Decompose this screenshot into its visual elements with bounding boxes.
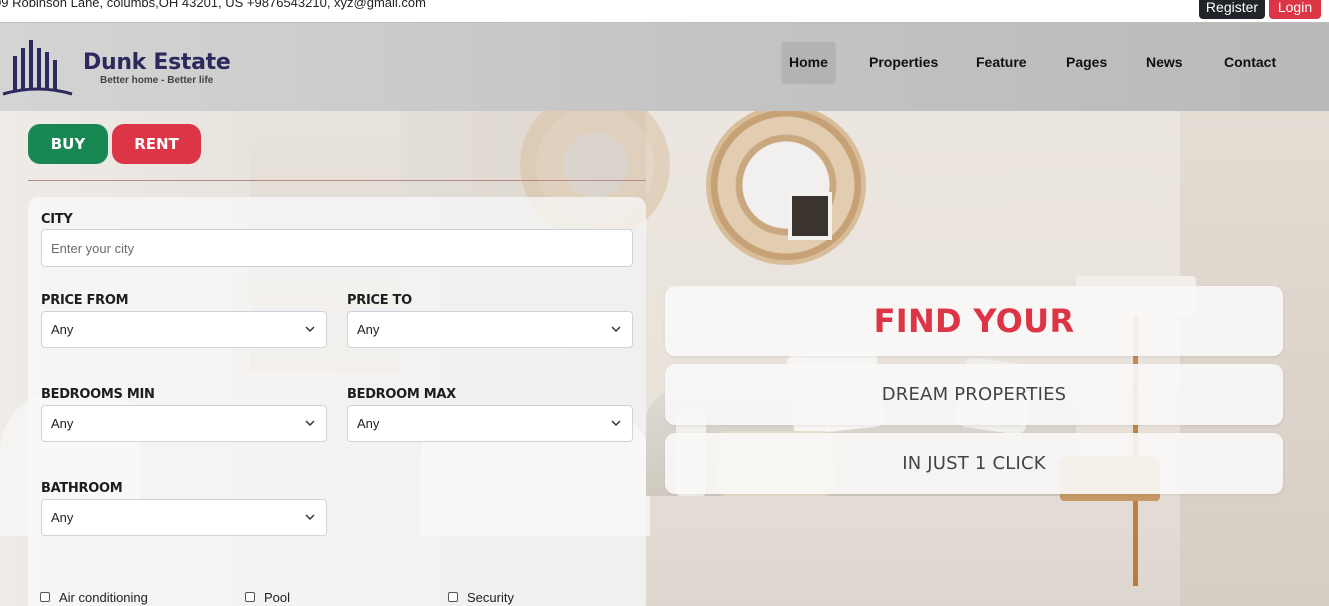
divider xyxy=(28,180,646,181)
chevron-down-icon xyxy=(305,514,315,521)
site-header: Dunk Estate Better home - Better life Ho… xyxy=(0,22,1329,111)
bedrooms-min-value: Any xyxy=(51,416,74,431)
price-to-label: PRICE TO xyxy=(347,293,412,308)
nav-contact[interactable]: Contact xyxy=(1217,42,1283,82)
checkbox[interactable] xyxy=(448,592,458,602)
bathroom-value: Any xyxy=(51,510,74,525)
rent-button[interactable]: RENT xyxy=(112,124,201,164)
price-from-select[interactable]: Any xyxy=(41,311,327,348)
amenity-label: Pool xyxy=(264,589,291,605)
login-button[interactable]: Login xyxy=(1269,0,1321,19)
headline-card: IN JUST 1 CLICK xyxy=(665,433,1283,494)
bedroom-max-select[interactable]: Any xyxy=(347,405,633,442)
amenity-air-conditioning[interactable]: Air conditioning xyxy=(40,589,148,605)
city-input[interactable] xyxy=(41,229,633,267)
chevron-down-icon xyxy=(305,326,315,333)
headline-one-click: IN JUST 1 CLICK xyxy=(902,453,1046,474)
main-nav: Home Properties Feature Pages News Conta… xyxy=(0,42,1329,82)
price-from-label: PRICE FROM xyxy=(41,293,129,308)
contact-info: 09 Robinson Lane, columbs,OH 43201, US +… xyxy=(0,0,426,10)
bedrooms-min-select[interactable]: Any xyxy=(41,405,327,442)
amenity-security[interactable]: Security xyxy=(448,589,514,605)
checkbox[interactable] xyxy=(245,592,255,602)
headline-dream-properties: DREAM PROPERTIES xyxy=(881,384,1067,405)
price-from-value: Any xyxy=(51,322,74,337)
bedroom-max-value: Any xyxy=(357,416,380,431)
nav-feature[interactable]: Feature xyxy=(969,42,1034,82)
bathroom-label: BATHROOM xyxy=(41,481,123,496)
top-bar: 09 Robinson Lane, columbs,OH 43201, US +… xyxy=(0,0,1329,22)
price-to-select[interactable]: Any xyxy=(347,311,633,348)
buy-button[interactable]: BUY xyxy=(28,124,108,164)
headline-card: DREAM PROPERTIES xyxy=(665,364,1283,425)
register-button[interactable]: Register xyxy=(1199,0,1265,19)
headline-card: FIND YOUR xyxy=(665,286,1283,356)
nav-news[interactable]: News xyxy=(1139,42,1190,82)
price-to-value: Any xyxy=(357,322,380,337)
bedrooms-min-label: BEDROOMS MIN xyxy=(41,387,155,402)
amenity-label: Air conditioning xyxy=(59,589,148,605)
chevron-down-icon xyxy=(305,420,315,427)
bedroom-max-label: BEDROOM MAX xyxy=(347,387,456,402)
amenity-pool[interactable]: Pool xyxy=(245,589,291,605)
nav-home[interactable]: Home xyxy=(782,42,835,82)
amenity-label: Security xyxy=(467,589,514,605)
chevron-down-icon xyxy=(611,420,621,427)
bathroom-select[interactable]: Any xyxy=(41,499,327,536)
round-mirror-large xyxy=(706,111,866,265)
headline-find-your: FIND YOUR xyxy=(873,302,1075,340)
nav-properties[interactable]: Properties xyxy=(862,42,945,82)
city-label: CITY xyxy=(41,212,73,227)
nav-pages[interactable]: Pages xyxy=(1059,42,1114,82)
checkbox[interactable] xyxy=(40,592,50,602)
chevron-down-icon xyxy=(611,326,621,333)
